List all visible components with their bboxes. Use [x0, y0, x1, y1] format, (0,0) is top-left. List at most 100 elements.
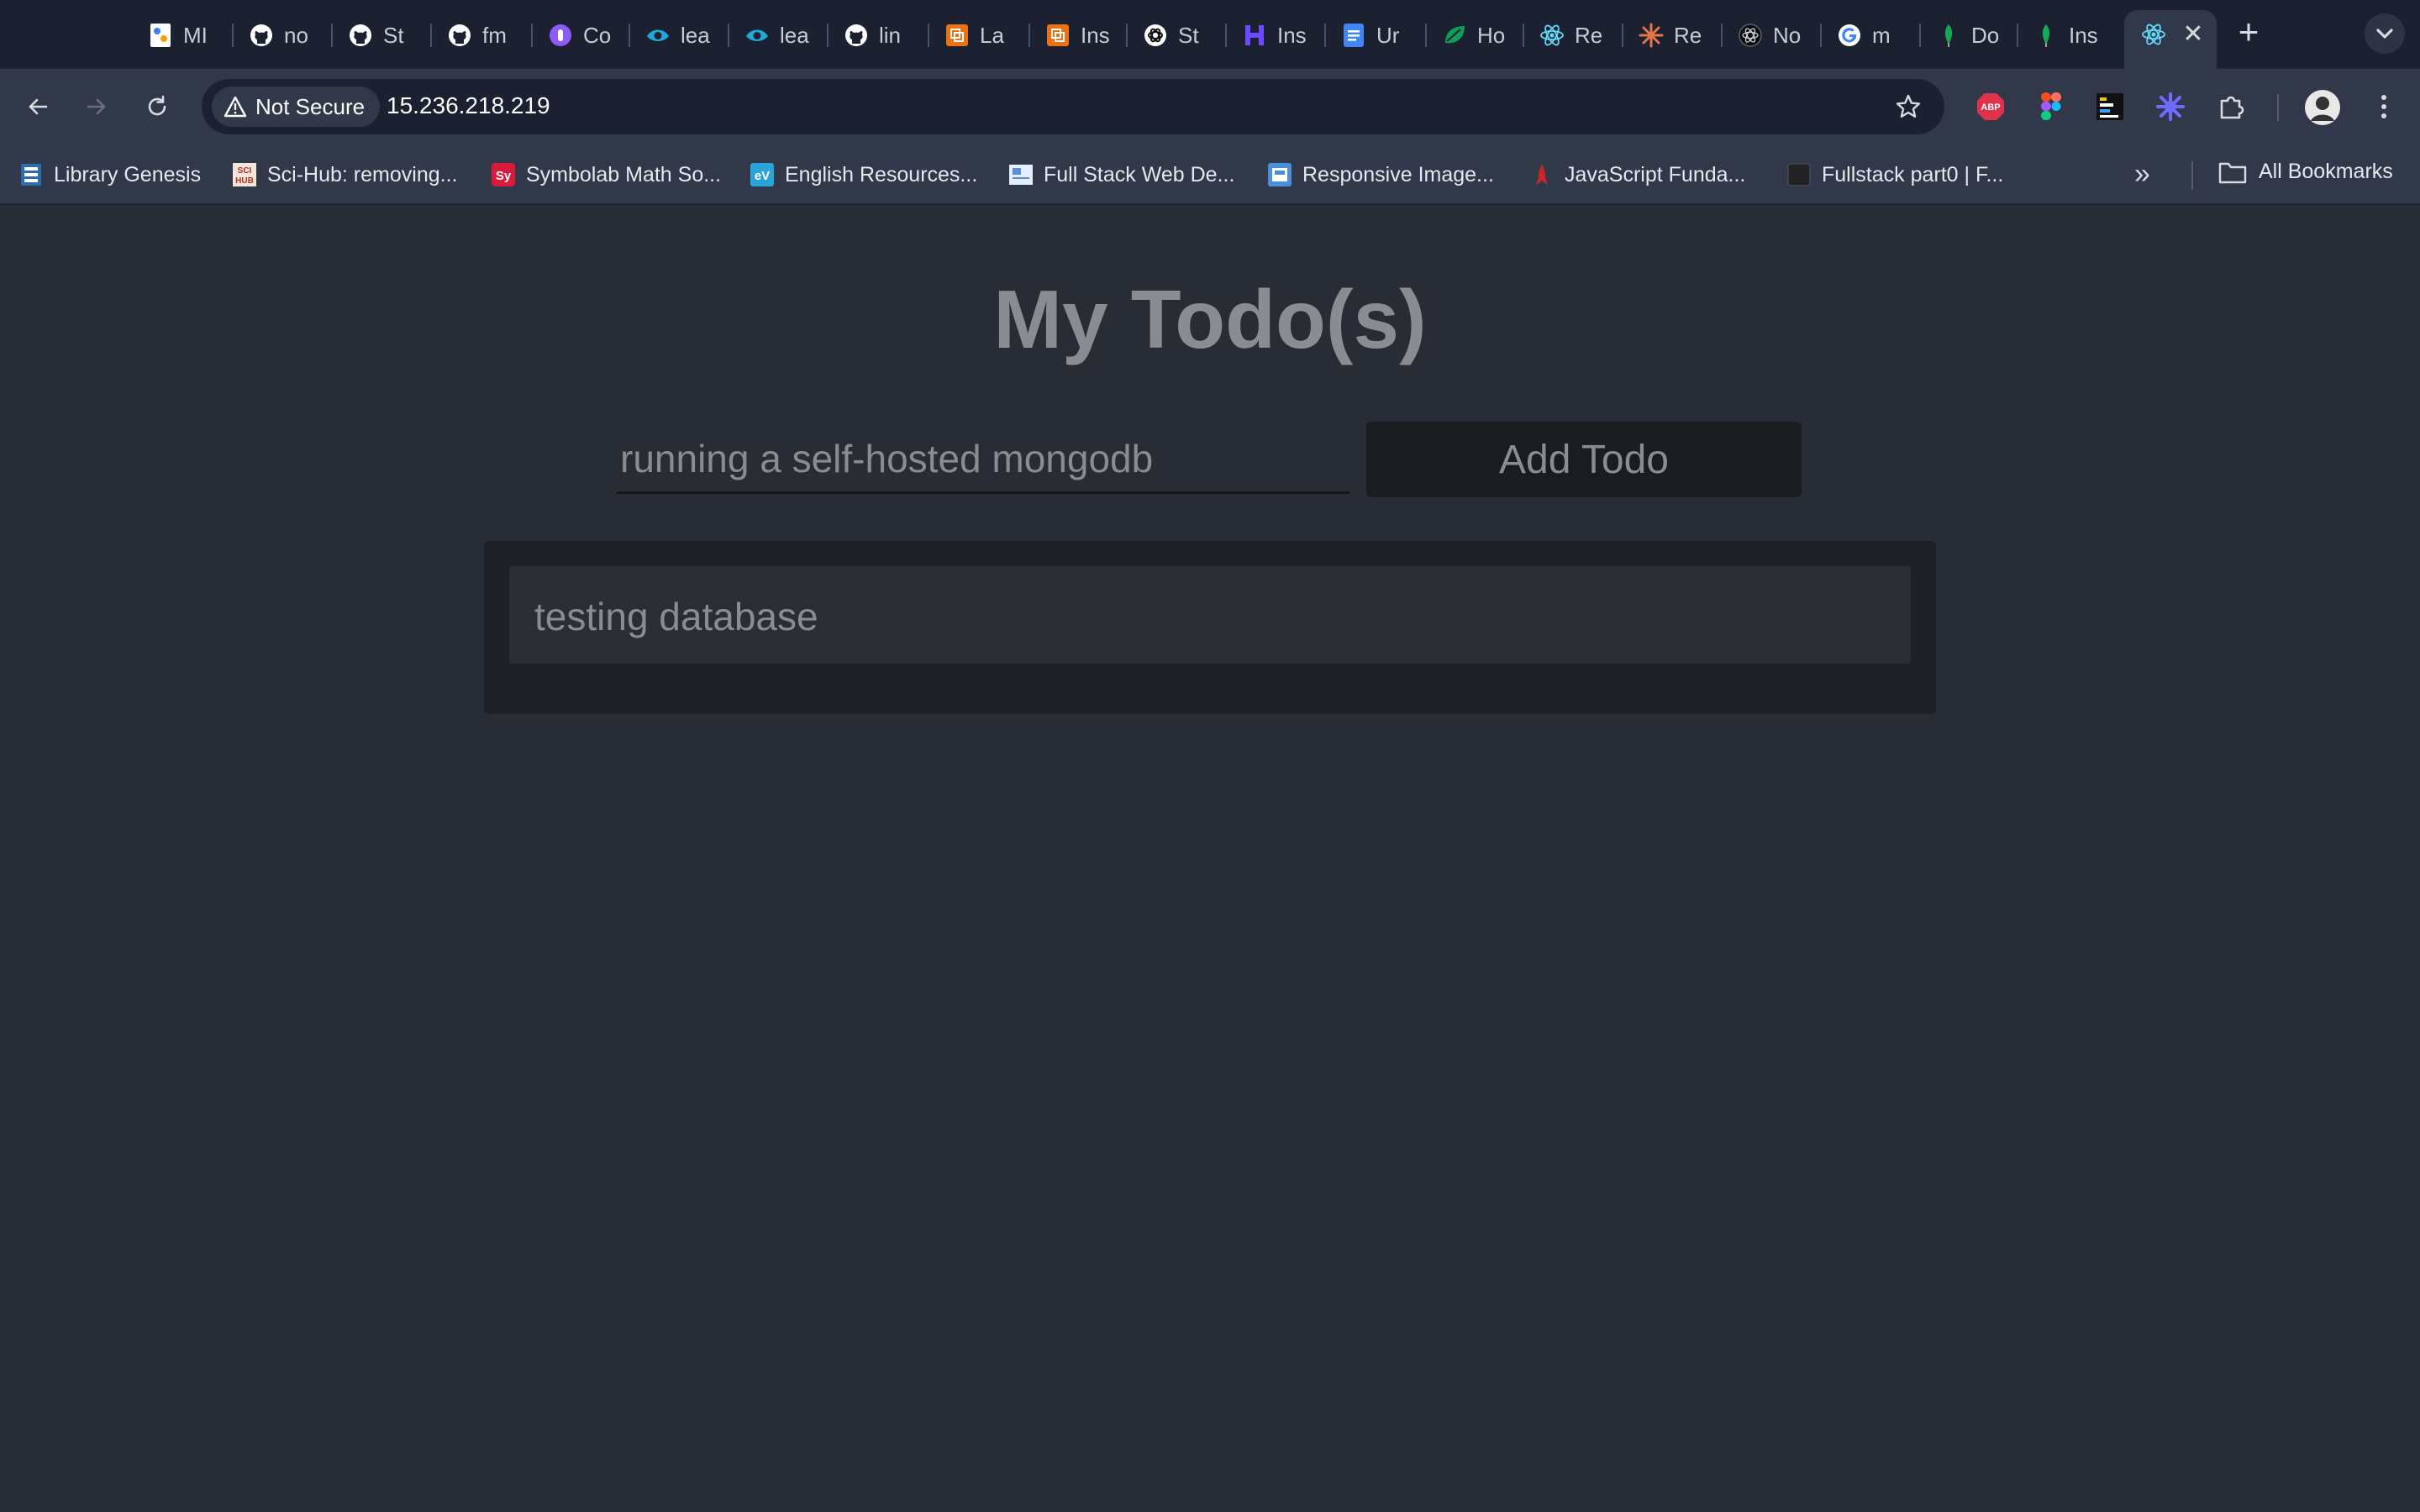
purple-circle-icon	[548, 23, 573, 48]
ev-icon: eV	[750, 162, 775, 187]
browser-tab[interactable]: Ho	[1442, 15, 1507, 55]
bookmark-item[interactable]: JavaScript Funda...	[1529, 160, 1745, 190]
tab-title: MI	[183, 22, 208, 48]
bookmarks-bar: Library Genesis SCI HUB Sci-Hub: removing..…	[0, 144, 2420, 205]
bookmark-item[interactable]: Full Stack Web De...	[1008, 160, 1234, 190]
browser-tab[interactable]: Co	[548, 15, 613, 55]
browser-tab[interactable]: Ins	[1045, 15, 1111, 55]
tab-separator	[728, 24, 729, 47]
kebab-menu-icon[interactable]	[2363, 86, 2405, 128]
bookmark-item[interactable]: Responsive Image...	[1267, 160, 1494, 190]
todo-text: testing database	[534, 595, 818, 638]
tab-separator	[1324, 24, 1326, 47]
list-item[interactable]: testing database	[509, 566, 1911, 664]
new-tab-button[interactable]: +	[2232, 14, 2265, 52]
browser-tab[interactable]: lea	[645, 15, 711, 55]
active-tab[interactable]: ✕	[2124, 10, 2217, 69]
bookmark-item[interactable]: eV English Resources...	[750, 160, 977, 190]
star-burst-icon[interactable]	[2149, 86, 2191, 128]
bookmarks-overflow-button[interactable]: »	[2134, 160, 2150, 188]
browser-tab[interactable]: Re	[1539, 15, 1605, 55]
tab-separator	[928, 24, 929, 47]
svg-text:HUB: HUB	[235, 176, 254, 186]
mongodb-icon	[2033, 23, 2059, 48]
bookmark-item[interactable]: Fullstack part0 | F...	[1786, 160, 2003, 190]
browser-tab[interactable]: Re	[1639, 15, 1704, 55]
bookmark-label: English Resources...	[785, 162, 978, 186]
arrow-left-icon	[29, 98, 48, 115]
browser-toolbar: Not Secure 15.236.218.219 ABP	[0, 69, 2420, 144]
browser-tab[interactable]: St	[1143, 15, 1208, 55]
browser-tab[interactable]: no	[249, 15, 314, 55]
chevron-down-icon	[2376, 29, 2393, 39]
browser-tab[interactable]: St	[348, 15, 413, 55]
bookmark-label: Full Stack Web De...	[1044, 162, 1235, 186]
address-bar[interactable]: Not Secure 15.236.218.219	[202, 79, 1944, 134]
avatar[interactable]	[2301, 86, 2344, 129]
js-icon	[1529, 162, 1555, 187]
browser-tab[interactable]: m	[1837, 15, 1902, 55]
browser-tab[interactable]: La	[944, 15, 1010, 55]
bookmark-item[interactable]: SCI HUB Sci-Hub: removing...	[232, 160, 457, 190]
todo-input[interactable]	[617, 425, 1349, 494]
browser-tab[interactable]: lin	[844, 15, 909, 55]
tab-title: Do	[1971, 22, 2000, 48]
back-button[interactable]	[17, 86, 59, 128]
browser-tab[interactable]: fm	[447, 15, 513, 55]
scihub-icon: SCI HUB	[232, 162, 257, 187]
abp-icon[interactable]: ABP	[1970, 86, 2012, 128]
google-icon	[1837, 23, 1862, 48]
forward-button[interactable]	[76, 86, 118, 128]
browser-tab[interactable]: Do	[1936, 15, 2002, 55]
doc-thumb-icon	[1008, 162, 1034, 187]
tab-separator	[1126, 24, 1128, 47]
reload-button[interactable]	[136, 86, 178, 128]
browser-tab[interactable]: Ins	[2033, 15, 2099, 55]
tab-separator	[531, 24, 533, 47]
all-bookmarks-button[interactable]: All Bookmarks	[2218, 160, 2393, 184]
close-tab-icon[interactable]: ✕	[2180, 22, 2207, 49]
browser-tab[interactable]: MI	[148, 15, 213, 55]
page-content: My Todo(s) Add Todo testing database	[0, 205, 2420, 1512]
tab-title: Ur	[1376, 22, 1400, 48]
puzzle-icon[interactable]	[2210, 86, 2252, 128]
browser-tab[interactable]: Ins	[1242, 15, 1307, 55]
bookmark-item[interactable]: Sy Symbolab Math So...	[491, 160, 721, 190]
docs-icon	[1341, 23, 1366, 48]
bookmark-star-button[interactable]	[1887, 86, 1929, 128]
github-icon	[447, 23, 472, 48]
aws-icon	[1045, 23, 1071, 48]
browser-tab[interactable]: No	[1738, 15, 1803, 55]
toolbar-divider	[2277, 94, 2279, 121]
security-chip[interactable]: Not Secure	[212, 87, 381, 127]
tab-title: m	[1872, 22, 1891, 48]
tab-search-button[interactable]	[2365, 13, 2405, 54]
bookmark-item[interactable]: Library Genesis	[18, 160, 201, 190]
green-leaf-icon	[1442, 23, 1467, 48]
warning-icon	[224, 96, 247, 118]
tab-separator	[232, 24, 234, 47]
bookmark-label: Responsive Image...	[1302, 162, 1494, 186]
tab-title: lea	[780, 22, 809, 48]
tab-separator	[1028, 24, 1030, 47]
figma-icon[interactable]	[2030, 86, 2072, 128]
github-icon	[348, 23, 373, 48]
bookmark-label: Symbolab Math So...	[526, 162, 722, 186]
add-todo-button[interactable]: Add Todo	[1366, 422, 1802, 497]
react-icon	[2141, 22, 2166, 51]
svg-text:Sy: Sy	[496, 169, 512, 183]
tab-separator	[2017, 24, 2018, 47]
tab-title: St	[1178, 22, 1199, 48]
svg-text:ABP: ABP	[1981, 102, 2000, 113]
bookmark-label: Library Genesis	[54, 162, 202, 186]
tab-title: Ho	[1477, 22, 1506, 48]
github-icon	[249, 23, 274, 48]
url-text[interactable]: 15.236.218.219	[387, 92, 550, 119]
tab-separator	[1523, 24, 1524, 47]
tab-title: Co	[583, 22, 612, 48]
browser-tab[interactable]: lea	[744, 15, 810, 55]
browser-tab[interactable]: Ur	[1341, 15, 1407, 55]
chart-extension-icon[interactable]	[2089, 86, 2131, 128]
tab-title: fm	[482, 22, 507, 48]
eye-icon	[645, 23, 671, 48]
